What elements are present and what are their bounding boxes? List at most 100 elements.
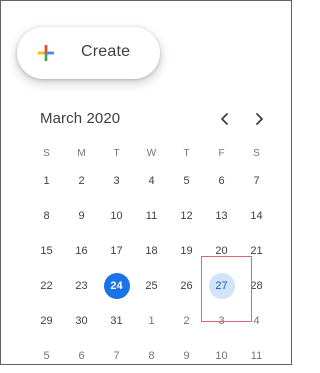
- day-number: 9: [183, 349, 190, 362]
- day-number: 3: [113, 174, 120, 187]
- weekday-label: W: [146, 147, 157, 159]
- day-cell[interactable]: 1: [134, 303, 169, 338]
- day-cell[interactable]: 7: [239, 163, 274, 198]
- day-cell[interactable]: 31: [99, 303, 134, 338]
- day-cell[interactable]: 6: [204, 163, 239, 198]
- day-number: 7: [113, 349, 120, 362]
- day-cell[interactable]: 10: [99, 198, 134, 233]
- day-cell[interactable]: 15: [29, 233, 64, 268]
- day-cell[interactable]: 11: [239, 338, 274, 373]
- week-row: 8 9 10 11 12 13 14: [29, 198, 275, 233]
- day-number: 10: [110, 209, 123, 222]
- week-row: 29 30 31 1 2 3 4: [29, 303, 275, 338]
- day-cell[interactable]: 28: [239, 268, 274, 303]
- day-cell[interactable]: 6: [64, 338, 99, 373]
- day-number: 1: [43, 174, 50, 187]
- day-cell[interactable]: 3: [99, 163, 134, 198]
- week-row: 1 2 3 4 5 6 7: [29, 163, 275, 198]
- day-cell[interactable]: 25: [134, 268, 169, 303]
- day-number: 5: [43, 349, 50, 362]
- day-cell[interactable]: 19: [169, 233, 204, 268]
- day-number: 18: [145, 244, 158, 257]
- day-number: 24: [103, 272, 130, 299]
- day-number: 30: [75, 314, 88, 327]
- day-cell[interactable]: 13: [204, 198, 239, 233]
- day-cell[interactable]: 30: [64, 303, 99, 338]
- day-number: 13: [215, 209, 228, 222]
- day-cell[interactable]: 10: [204, 338, 239, 373]
- day-cell[interactable]: 11: [134, 198, 169, 233]
- day-cell[interactable]: 2: [64, 163, 99, 198]
- day-number: 5: [183, 174, 190, 187]
- day-number: 27: [208, 272, 235, 299]
- day-number: 17: [110, 244, 123, 257]
- day-number: 2: [78, 174, 85, 187]
- week-row: 22 23 24 25 26 27 28: [29, 268, 275, 303]
- day-cell[interactable]: 21: [239, 233, 274, 268]
- day-number: 3: [218, 314, 225, 327]
- day-cell[interactable]: 1: [29, 163, 64, 198]
- day-cell[interactable]: 8: [29, 198, 64, 233]
- next-month-button[interactable]: [248, 108, 270, 130]
- day-cell[interactable]: 12: [169, 198, 204, 233]
- day-number: 9: [78, 209, 85, 222]
- day-number: 11: [145, 209, 158, 222]
- day-number: 19: [180, 244, 193, 257]
- day-number: 1: [148, 314, 155, 327]
- day-cell-today[interactable]: 24: [99, 268, 134, 303]
- day-number: 20: [215, 244, 228, 257]
- day-cell[interactable]: 8: [134, 338, 169, 373]
- day-number: 16: [75, 244, 88, 257]
- day-number: 29: [40, 314, 53, 327]
- day-number: 23: [75, 279, 88, 292]
- week-row: 5 6 7 8 9 10 11: [29, 338, 275, 373]
- day-cell[interactable]: 14: [239, 198, 274, 233]
- day-cell[interactable]: 29: [29, 303, 64, 338]
- day-cell[interactable]: 18: [134, 233, 169, 268]
- weekday-label: M: [77, 147, 86, 159]
- day-cell-selected[interactable]: 27: [204, 268, 239, 303]
- day-number: 10: [215, 349, 228, 362]
- day-cell[interactable]: 20: [204, 233, 239, 268]
- day-number: 31: [110, 314, 123, 327]
- day-number: 12: [180, 209, 193, 222]
- day-cell[interactable]: 3: [204, 303, 239, 338]
- day-cell[interactable]: 5: [169, 163, 204, 198]
- previous-month-button[interactable]: [214, 108, 236, 130]
- day-number: 6: [218, 174, 225, 187]
- plus-icon: [38, 45, 54, 61]
- day-number: 21: [250, 244, 263, 257]
- day-number: 6: [78, 349, 85, 362]
- chevron-right-icon: [256, 113, 263, 125]
- day-number: 11: [250, 349, 263, 362]
- day-cell[interactable]: 7: [99, 338, 134, 373]
- day-number: 15: [40, 244, 53, 257]
- weekday-label: T: [183, 147, 190, 159]
- day-cell[interactable]: 22: [29, 268, 64, 303]
- day-number: 28: [250, 279, 263, 292]
- chevron-left-icon: [221, 113, 228, 125]
- day-cell[interactable]: 16: [64, 233, 99, 268]
- day-number: 22: [40, 279, 53, 292]
- day-number: 7: [253, 174, 260, 187]
- day-number: 8: [148, 349, 155, 362]
- day-number: 2: [183, 314, 190, 327]
- weekday-label: F: [218, 147, 225, 159]
- day-cell[interactable]: 9: [169, 338, 204, 373]
- day-cell[interactable]: 4: [134, 163, 169, 198]
- day-cell[interactable]: 23: [64, 268, 99, 303]
- month-label: March 2020: [40, 110, 121, 127]
- day-cell[interactable]: 17: [99, 233, 134, 268]
- weekday-label: T: [113, 147, 120, 159]
- day-number: 14: [250, 209, 263, 222]
- create-button[interactable]: Create: [17, 27, 160, 79]
- weekday-label: S: [43, 147, 50, 159]
- day-number: 8: [43, 209, 50, 222]
- week-row: 15 16 17 18 19 20 21: [29, 233, 275, 268]
- weekday-header-row: SMTWTFS: [29, 143, 275, 163]
- day-cell[interactable]: 9: [64, 198, 99, 233]
- day-cell[interactable]: 26: [169, 268, 204, 303]
- day-cell[interactable]: 4: [239, 303, 274, 338]
- day-cell[interactable]: 5: [29, 338, 64, 373]
- day-cell[interactable]: 2: [169, 303, 204, 338]
